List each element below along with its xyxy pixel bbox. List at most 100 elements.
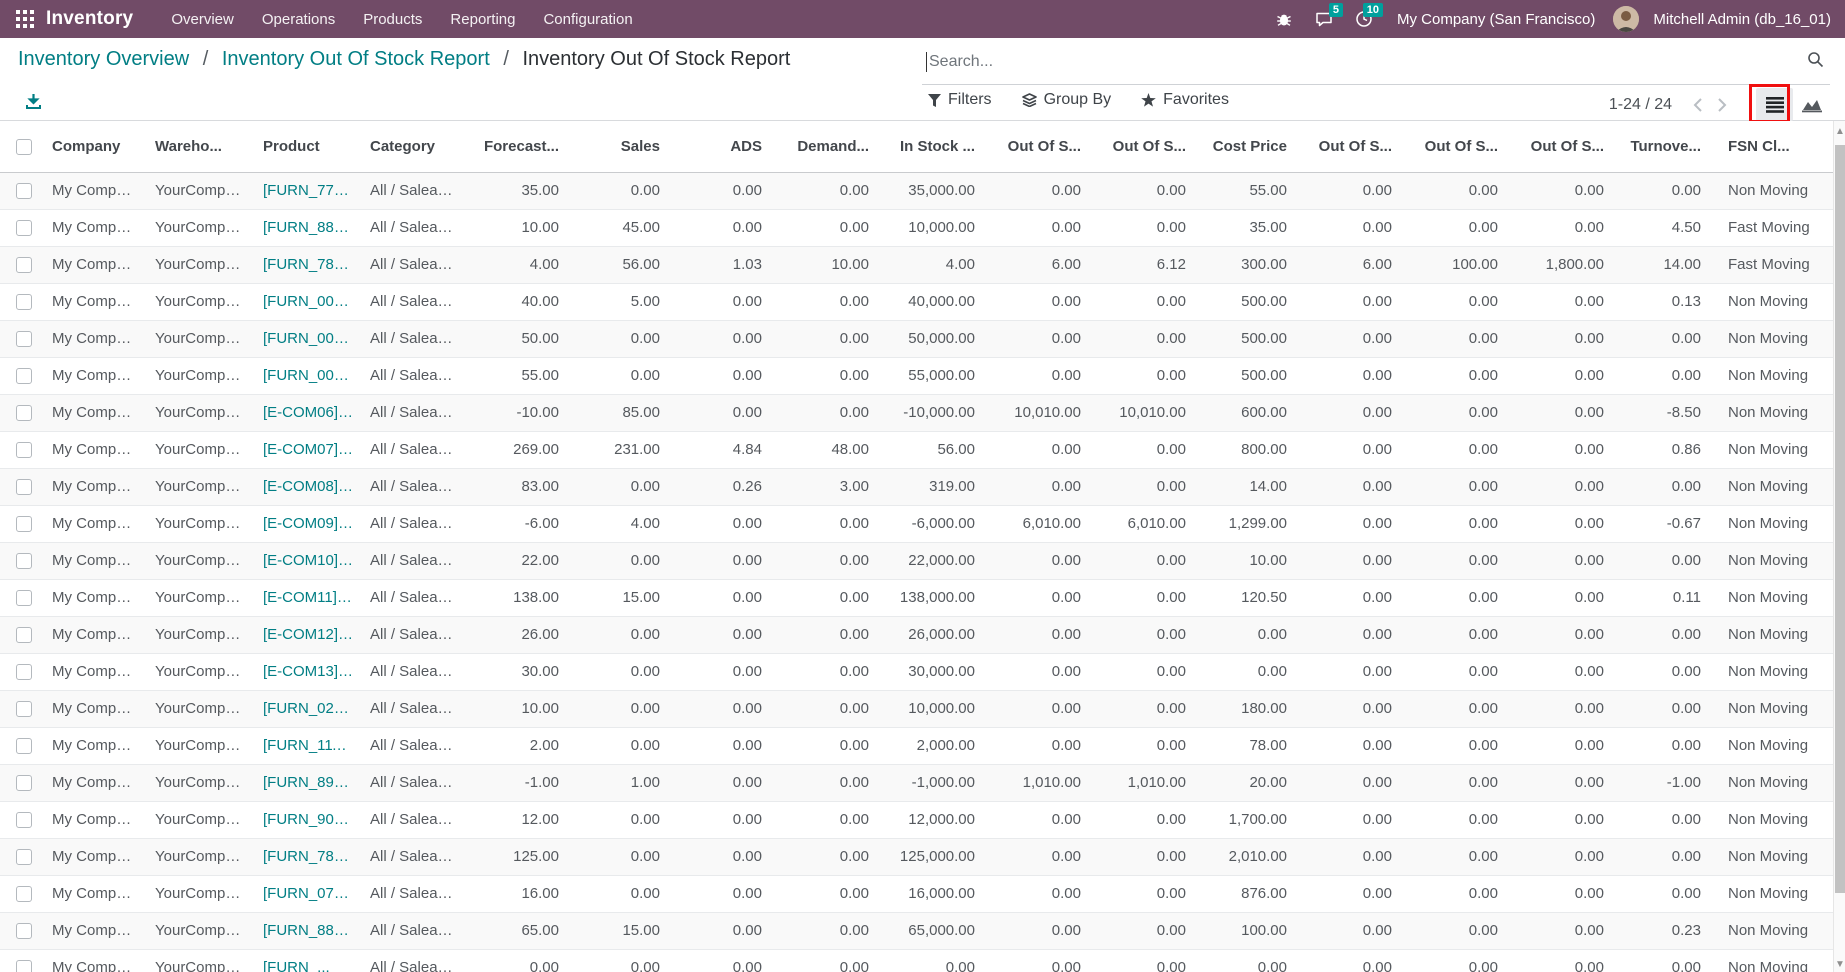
product-cell[interactable]: [FURN_... xyxy=(255,949,362,972)
app-title[interactable]: Inventory xyxy=(46,8,133,30)
row-checkbox[interactable] xyxy=(16,923,32,939)
product-cell[interactable]: [FURN_0096... xyxy=(255,283,362,320)
row-checkbox[interactable] xyxy=(16,257,32,273)
list-view-button[interactable] xyxy=(1756,88,1793,121)
column-header[interactable]: Forecast... xyxy=(462,121,567,172)
table-row[interactable]: My Company...YourCompany[E-COM08] S...Al… xyxy=(0,468,1833,505)
column-header[interactable]: Turnove... xyxy=(1612,121,1709,172)
row-checkbox[interactable] xyxy=(16,479,32,495)
product-cell[interactable]: [E-COM11] C... xyxy=(255,579,362,616)
table-row[interactable]: My Company...YourCompany[FURN_0096...All… xyxy=(0,283,1833,320)
activities-clock-icon[interactable]: 10 xyxy=(1347,0,1381,38)
user-menu[interactable]: Mitchell Admin (db_16_01) xyxy=(1645,11,1831,28)
company-switcher[interactable]: My Company (San Francisco) xyxy=(1387,11,1607,28)
product-cell[interactable]: [FURN_8900... xyxy=(255,764,362,801)
row-checkbox[interactable] xyxy=(16,775,32,791)
table-row[interactable]: My Company...YourCompany[E-COM13] C...Al… xyxy=(0,653,1833,690)
column-header[interactable]: Cost Price xyxy=(1194,121,1295,172)
menu-overview[interactable]: Overview xyxy=(159,2,246,37)
row-checkbox[interactable] xyxy=(16,442,32,458)
table-row[interactable]: My Company...YourCompany[FURN_...All / S… xyxy=(0,949,1833,972)
search-icon[interactable] xyxy=(1807,51,1824,73)
column-header[interactable]: FSN Cl... xyxy=(1709,121,1833,172)
product-cell[interactable]: [E-COM12] C... xyxy=(255,616,362,653)
row-checkbox[interactable] xyxy=(16,738,32,754)
row-checkbox[interactable] xyxy=(16,553,32,569)
product-cell[interactable]: [FURN_0097... xyxy=(255,320,362,357)
table-row[interactable]: My Company...YourCompany[FURN_8900...All… xyxy=(0,764,1833,801)
column-header[interactable]: Out Of S... xyxy=(1089,121,1194,172)
breadcrumb-link-overview[interactable]: Inventory Overview xyxy=(18,48,189,70)
product-cell[interactable]: [E-COM10] P... xyxy=(255,542,362,579)
table-row[interactable]: My Company...YourCompany[FURN_8888...All… xyxy=(0,209,1833,246)
export-download-icon[interactable] xyxy=(25,94,42,116)
filters-button[interactable]: Filters xyxy=(928,91,992,109)
product-cell[interactable]: [FURN_7888... xyxy=(255,838,362,875)
column-header[interactable]: Category xyxy=(362,121,462,172)
favorites-button[interactable]: Favorites xyxy=(1141,91,1229,109)
scrollbar-thumb[interactable] xyxy=(1835,145,1845,893)
row-checkbox[interactable] xyxy=(16,220,32,236)
product-cell[interactable]: [FURN_0269... xyxy=(255,690,362,727)
row-checkbox[interactable] xyxy=(16,627,32,643)
table-row[interactable]: My Company...YourCompany[FURN_1118...All… xyxy=(0,727,1833,764)
row-checkbox[interactable] xyxy=(16,183,32,199)
table-row[interactable]: My Company...YourCompany[FURN_0269...All… xyxy=(0,690,1833,727)
product-cell[interactable]: [FURN_8888... xyxy=(255,209,362,246)
row-checkbox[interactable] xyxy=(16,590,32,606)
column-header[interactable]: Out Of S... xyxy=(983,121,1089,172)
menu-reporting[interactable]: Reporting xyxy=(438,2,527,37)
row-checkbox[interactable] xyxy=(16,886,32,902)
table-row[interactable]: My Company...YourCompany[E-COM07] L...Al… xyxy=(0,431,1833,468)
product-cell[interactable]: [E-COM09] L... xyxy=(255,505,362,542)
table-row[interactable]: My Company...YourCompany[E-COM12] C...Al… xyxy=(0,616,1833,653)
column-header[interactable]: Sales xyxy=(567,121,668,172)
column-header[interactable]: Demand... xyxy=(770,121,877,172)
table-row[interactable]: My Company...YourCompany[FURN_0789...All… xyxy=(0,875,1833,912)
table-row[interactable]: My Company...YourCompany[E-COM09] L...Al… xyxy=(0,505,1833,542)
column-header[interactable]: Out Of S... xyxy=(1506,121,1612,172)
column-header[interactable]: Product xyxy=(255,121,362,172)
row-checkbox[interactable] xyxy=(16,812,32,828)
table-row[interactable]: My Company...YourCompany[FURN_7888...All… xyxy=(0,838,1833,875)
product-cell[interactable]: [FURN_7777... xyxy=(255,172,362,209)
product-cell[interactable]: [FURN_8855... xyxy=(255,912,362,949)
column-header[interactable]: Company xyxy=(44,121,147,172)
graph-view-button[interactable] xyxy=(1793,88,1830,121)
row-checkbox[interactable] xyxy=(16,849,32,865)
product-cell[interactable]: [E-COM13] C... xyxy=(255,653,362,690)
table-row[interactable]: My Company...YourCompany[FURN_0097...All… xyxy=(0,320,1833,357)
group-by-button[interactable]: Group By xyxy=(1022,91,1112,109)
product-cell[interactable]: [FURN_0098... xyxy=(255,357,362,394)
menu-products[interactable]: Products xyxy=(351,2,434,37)
breadcrumb-link-report[interactable]: Inventory Out Of Stock Report xyxy=(222,48,490,70)
debug-bug-icon[interactable] xyxy=(1267,0,1301,38)
menu-operations[interactable]: Operations xyxy=(250,2,347,37)
row-checkbox[interactable] xyxy=(16,701,32,717)
search-input[interactable]: Search... xyxy=(922,40,1830,85)
product-cell[interactable]: [E-COM07] L... xyxy=(255,431,362,468)
row-checkbox[interactable] xyxy=(16,294,32,310)
table-row[interactable]: My Company...YourCompany[FURN_8855...All… xyxy=(0,912,1833,949)
row-checkbox[interactable] xyxy=(16,960,32,972)
product-cell[interactable]: [FURN_9001... xyxy=(255,801,362,838)
table-row[interactable]: My Company...YourCompany[FURN_0098...All… xyxy=(0,357,1833,394)
row-checkbox[interactable] xyxy=(16,516,32,532)
row-checkbox[interactable] xyxy=(16,664,32,680)
table-row[interactable]: My Company...YourCompany[E-COM10] P...Al… xyxy=(0,542,1833,579)
apps-grid-icon[interactable] xyxy=(12,6,38,32)
vertical-scrollbar[interactable]: ▲ ▼ xyxy=(1833,121,1845,972)
table-row[interactable]: My Company...YourCompany[FURN_7777...All… xyxy=(0,172,1833,209)
table-row[interactable]: My Company...YourCompany[E-COM06] C...Al… xyxy=(0,394,1833,431)
scrollbar-down-icon[interactable]: ▼ xyxy=(1835,960,1845,970)
scrollbar-up-icon[interactable]: ▲ xyxy=(1835,127,1845,137)
column-header[interactable]: Out Of S... xyxy=(1400,121,1506,172)
select-all-checkbox[interactable] xyxy=(16,139,32,155)
product-cell[interactable]: [E-COM08] S... xyxy=(255,468,362,505)
column-header[interactable]: Wareho... xyxy=(147,121,255,172)
product-cell[interactable]: [FURN_7800... xyxy=(255,246,362,283)
messages-icon[interactable]: 5 xyxy=(1307,0,1341,38)
column-header[interactable]: ADS xyxy=(668,121,770,172)
product-cell[interactable]: [FURN_1118... xyxy=(255,727,362,764)
column-header[interactable]: In Stock ... xyxy=(877,121,983,172)
